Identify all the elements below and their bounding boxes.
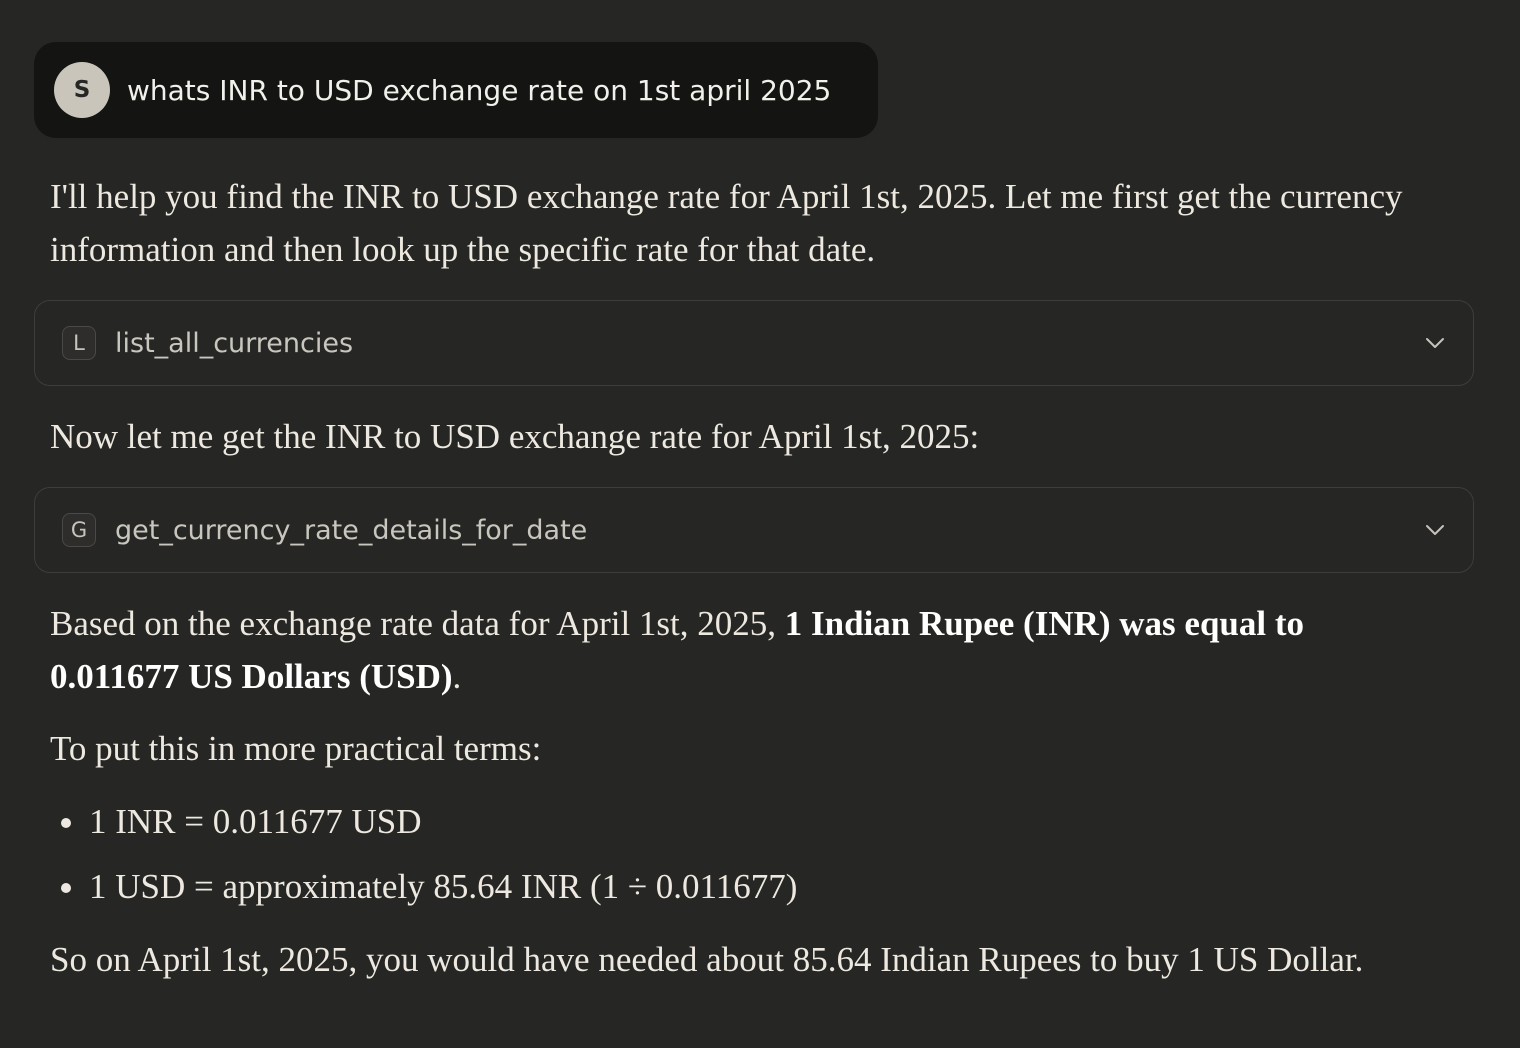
bullet-dot — [61, 883, 71, 893]
tool-name-label: get_currency_rate_details_for_date — [115, 514, 588, 546]
practical-intro-text: To put this in more practical terms: — [50, 729, 542, 768]
tool-name-label: list_all_currencies — [115, 327, 354, 359]
assistant-intro-line-1: I'll help you find the INR to USD exchan… — [50, 177, 1403, 216]
answer-suffix: . — [452, 657, 462, 696]
assistant-followup-text: Now let me get the INR to USD exchange r… — [50, 417, 980, 456]
answer-prefix: Based on the exchange rate data for Apri… — [50, 604, 785, 643]
bullet-dot — [61, 818, 71, 828]
answer-line-1: Based on the exchange rate data for Apri… — [50, 597, 1304, 650]
tool-call-list-all-currencies[interactable]: L list_all_currencies — [34, 300, 1474, 386]
chevron-down-icon[interactable] — [1423, 331, 1447, 355]
user-message-text: whats INR to USD exchange rate on 1st ap… — [127, 73, 832, 107]
assistant-intro-line-2: information and then look up the specifi… — [50, 230, 876, 269]
answer-bold-line-2: 0.011677 US Dollars (USD) — [50, 657, 453, 696]
conclusion-text: So on April 1st, 2025, you would have ne… — [50, 940, 1364, 979]
answer-bold-line-1: 1 Indian Rupee (INR) was equal to — [784, 604, 1305, 643]
bullet-text: 1 USD = approximately 85.64 INR (1 ÷ 0.0… — [89, 867, 798, 906]
tool-letter-badge: G — [62, 513, 96, 547]
tool-call-get-currency-rate[interactable]: G get_currency_rate_details_for_date — [34, 487, 1474, 573]
user-avatar[interactable]: S — [54, 62, 110, 118]
answer-line-2: 0.011677 US Dollars (USD). — [50, 650, 461, 703]
tool-letter-badge: L — [62, 326, 96, 360]
bullet-text: 1 INR = 0.011677 USD — [89, 802, 422, 841]
chevron-down-icon[interactable] — [1423, 518, 1447, 542]
user-message-bubble: S whats INR to USD exchange rate on 1st … — [34, 42, 878, 138]
